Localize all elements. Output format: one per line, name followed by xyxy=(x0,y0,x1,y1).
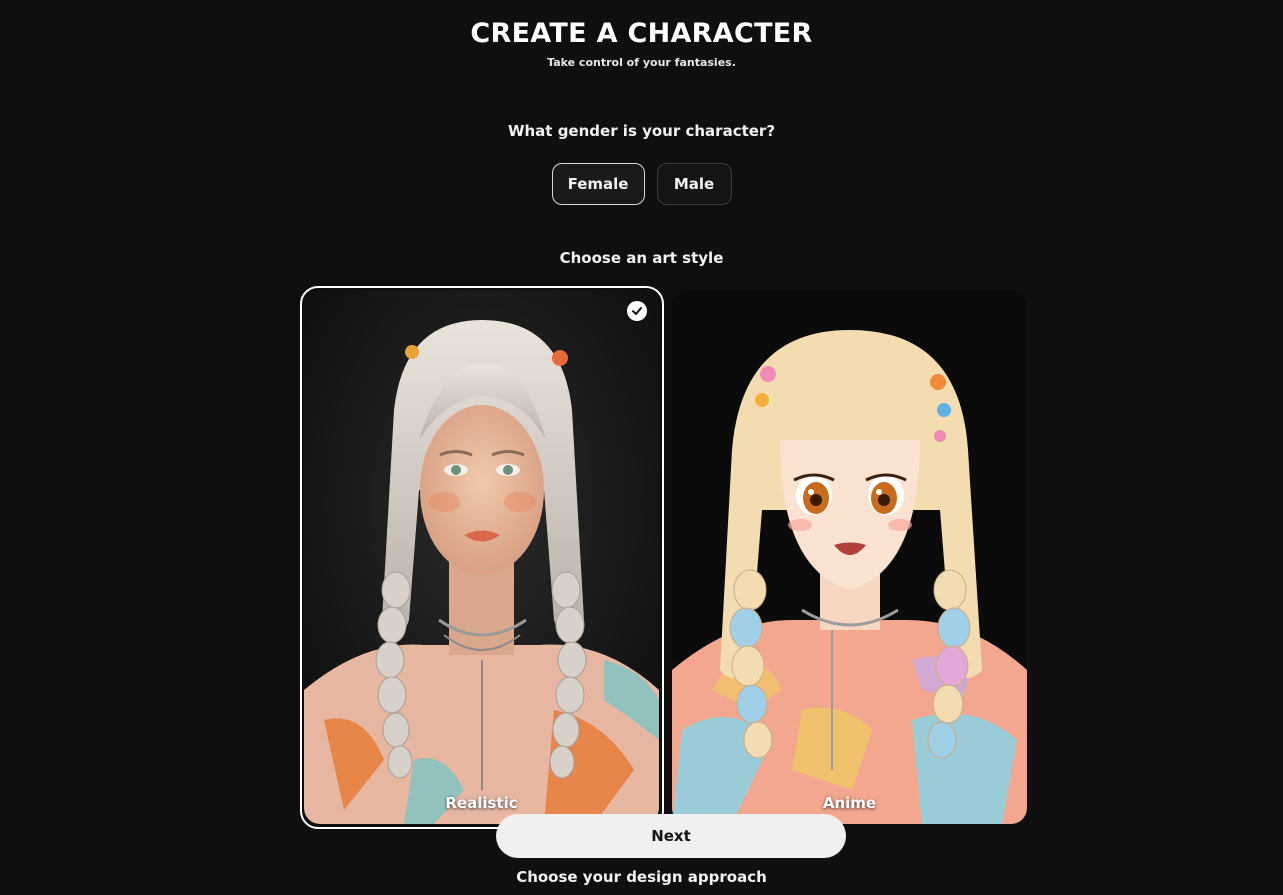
art-style-question: Choose an art style xyxy=(559,249,724,267)
check-circle-icon xyxy=(627,301,647,321)
gender-male-button[interactable]: Male xyxy=(656,163,732,205)
art-style-realistic-label: Realistic xyxy=(445,794,518,812)
page-title: CREATE A CHARACTER xyxy=(470,18,813,49)
art-style-anime-card[interactable]: Anime xyxy=(672,290,1027,824)
create-character-page: CREATE A CHARACTER Take control of your … xyxy=(0,0,1283,895)
gender-question: What gender is your character? xyxy=(507,122,776,140)
design-approach-question: Choose your design approach xyxy=(516,868,767,886)
anime-portrait-image xyxy=(672,290,1027,824)
gender-options: Female Male xyxy=(0,163,1283,205)
page-subtitle: Take control of your fantasies. xyxy=(547,56,736,69)
art-style-anime-label: Anime xyxy=(822,794,877,812)
gender-female-button[interactable]: Female xyxy=(551,163,645,205)
realistic-portrait-image xyxy=(304,290,659,824)
next-button[interactable]: Next xyxy=(496,814,846,858)
art-style-realistic-card[interactable]: Realistic xyxy=(304,290,659,824)
